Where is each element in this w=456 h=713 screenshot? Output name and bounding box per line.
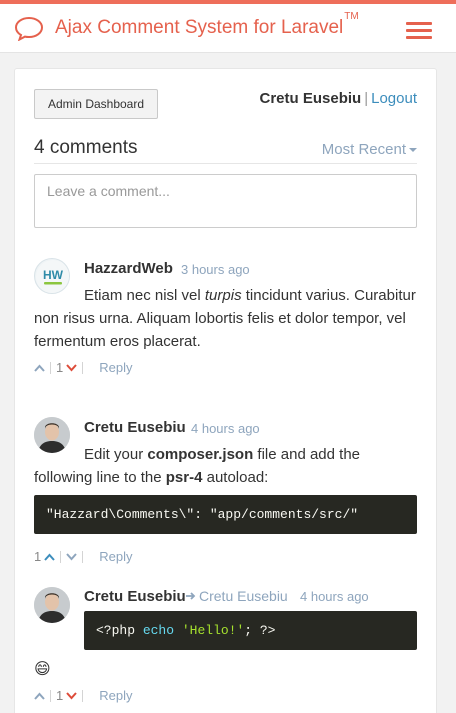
reply-link[interactable]: Reply (99, 549, 132, 564)
speech-bubble-icon[interactable] (14, 15, 44, 41)
comments-count: 4 comments (34, 137, 138, 158)
upvote-icon[interactable] (44, 553, 55, 561)
actions-divider (82, 361, 84, 374)
comment-actions: 1 Reply (34, 688, 132, 703)
comment-author[interactable]: Cretu Eusebiu (84, 588, 186, 605)
user-box: Cretu Eusebiu | Logout (260, 90, 417, 107)
vote-divider (50, 689, 51, 702)
hamburger-menu-icon[interactable] (406, 22, 432, 42)
comment-time[interactable]: 3 hours ago (181, 262, 250, 277)
code-block: "Hazzard\Comments\": "app/comments/src/" (34, 495, 417, 534)
comment-actions: 1 Reply (34, 360, 132, 375)
top-navbar: Ajax Comment System for LaravelTM (0, 0, 456, 53)
code-block: <?php echo 'Hello!'; ?> (84, 611, 417, 650)
downvote-icon[interactable] (66, 552, 77, 561)
trademark-mark: TM (344, 10, 359, 22)
reply-arrow-icon (185, 591, 196, 601)
upvote-icon[interactable] (34, 364, 45, 372)
vote-divider (60, 550, 62, 563)
admin-dashboard-button[interactable]: Admin Dashboard (34, 89, 158, 119)
comment-time[interactable]: 4 hours ago (191, 421, 260, 436)
reply-link[interactable]: Reply (99, 688, 132, 703)
caret-down-icon (409, 148, 417, 153)
downvote-icon[interactable] (66, 363, 77, 372)
comment-author[interactable]: Cretu Eusebiu (84, 419, 186, 436)
avatar-cretu-eusebiu[interactable] (34, 587, 70, 623)
user-separator: | (364, 90, 369, 107)
vote-count: 1 (56, 360, 64, 375)
actions-divider (82, 689, 84, 702)
logout-link[interactable]: Logout (371, 90, 417, 107)
vote-divider (50, 361, 51, 374)
comment-actions: 1 Reply (34, 549, 132, 564)
comment-body: Etiam nec nisl vel turpis tincidunt vari… (34, 287, 416, 350)
reply-to-user[interactable]: Cretu Eusebiu (199, 588, 288, 604)
svg-text:HW: HW (43, 268, 64, 282)
downvote-icon[interactable] (66, 691, 77, 700)
sort-label: Most Recent (321, 141, 406, 158)
reply-link[interactable]: Reply (99, 360, 132, 375)
comment-time[interactable]: 4 hours ago (300, 589, 369, 604)
sort-dropdown[interactable]: Most Recent (322, 141, 417, 158)
vote-count: 1 (56, 688, 64, 703)
comment-author[interactable]: HazzardWeb (84, 260, 173, 277)
upvote-icon[interactable] (34, 692, 45, 700)
vote-count: 1 (34, 549, 42, 564)
actions-divider (82, 550, 84, 563)
current-user-name: Cretu Eusebiu (259, 90, 362, 107)
new-comment-input[interactable] (34, 174, 417, 228)
comment-body: Edit your composer.json file and add the… (34, 446, 361, 486)
header-divider (34, 163, 417, 164)
app-title[interactable]: Ajax Comment System for LaravelTM (55, 11, 359, 39)
emoji-smile: 😄 (34, 661, 51, 678)
